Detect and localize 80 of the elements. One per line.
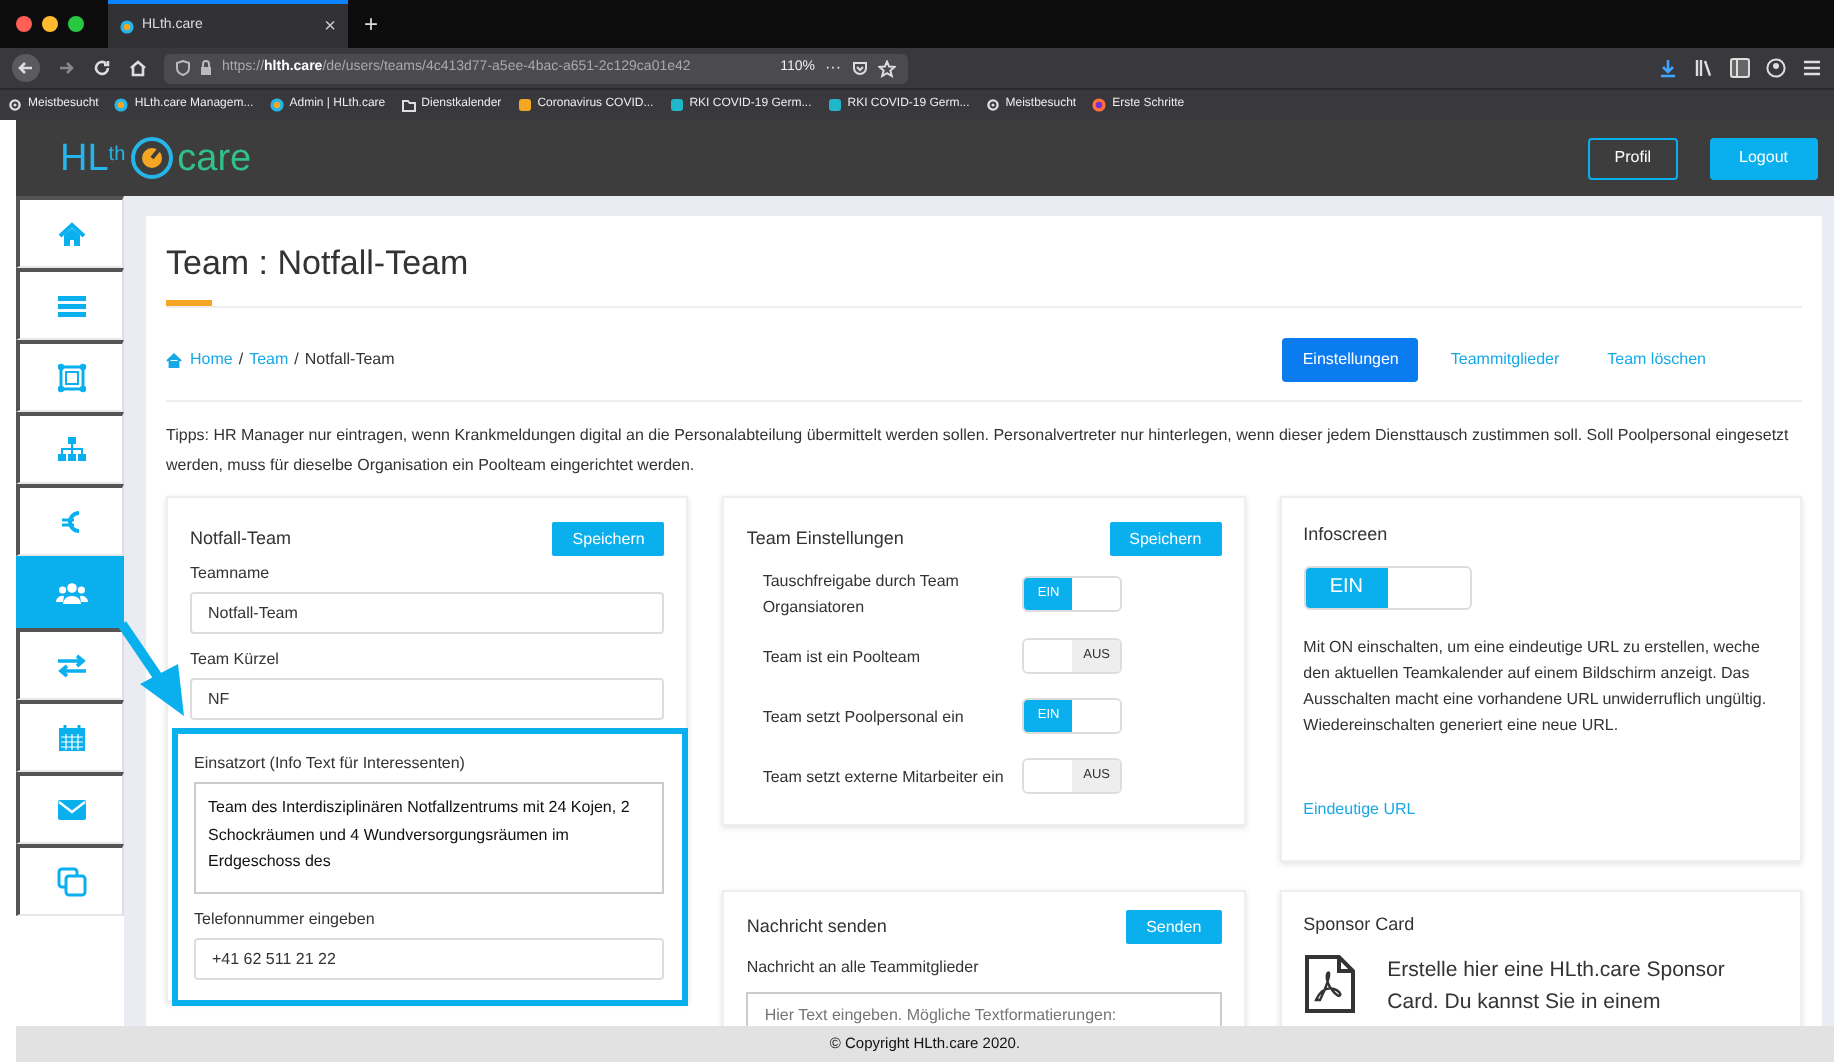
setting-label: Tauschfreigabe durch Team Organsiatoren xyxy=(762,570,961,620)
forward-icon[interactable] xyxy=(56,58,76,78)
input-field[interactable]: +41 62 511 21 22 xyxy=(194,938,665,980)
shield-icon xyxy=(176,60,190,76)
exchange-icon xyxy=(55,649,87,681)
home-icon xyxy=(166,352,182,368)
frame-icon xyxy=(55,361,87,393)
new-tab-button[interactable]: + xyxy=(364,6,379,42)
field-label: Einsatzort (Info Text für Interessenten) xyxy=(194,752,467,776)
bookmark-icon xyxy=(827,98,842,112)
site-icon xyxy=(114,98,129,112)
sidebar-item[interactable] xyxy=(16,196,124,268)
setting-label: Team ist ein Poolteam xyxy=(762,645,923,669)
sidebar-item[interactable] xyxy=(16,340,124,412)
download-icon[interactable] xyxy=(1658,58,1678,78)
card-title: Team Einstellungen xyxy=(746,525,904,552)
logo-text: HL$^{th}$ xyxy=(60,139,126,177)
globe-icon xyxy=(1092,98,1107,112)
breadcrumb-separator: / xyxy=(294,348,299,372)
sponsor-text: Erstelle hier eine HLth.care Sponsor Card. Du kannst Sie in einem xyxy=(1387,955,1727,1017)
text-area[interactable]: Team des Interdisziplinären Notfallzentrums mit 24 Kojen, 2 Schockräumen und 4 Wundversorgungsräumen im Erdgeschoss des xyxy=(194,782,665,894)
account-icon[interactable] xyxy=(1766,58,1786,78)
sitemap-icon xyxy=(55,433,87,465)
sidebar-item[interactable] xyxy=(16,412,124,484)
setting-label: Team setzt Poolpersonal ein xyxy=(762,705,966,729)
library-icon[interactable] xyxy=(1694,58,1714,78)
breadcrumb-separator: / xyxy=(238,348,244,372)
pointer-arrow xyxy=(116,620,188,720)
title-underline xyxy=(166,300,212,306)
gear-icon xyxy=(8,98,22,112)
close-tab-button[interactable]: × xyxy=(324,11,336,41)
home-icon xyxy=(55,217,87,249)
breadcrumb-current: Notfall-Team xyxy=(304,348,395,372)
minimize-icon[interactable] xyxy=(42,16,58,32)
logo-icon xyxy=(129,136,174,180)
lock-icon xyxy=(200,60,212,76)
sidebar-item[interactable] xyxy=(16,772,124,844)
bookmark-icon xyxy=(669,98,684,112)
page-title: Team : Notfall-Team xyxy=(166,242,471,286)
input-field[interactable]: Notfall-Team xyxy=(190,592,665,634)
field-label: Teamname xyxy=(190,562,272,586)
reload-icon[interactable] xyxy=(92,58,112,78)
copy-icon xyxy=(55,865,87,897)
card-title: Notfall-Team xyxy=(190,525,292,552)
card-title: Nachricht senden xyxy=(746,913,887,940)
message-field[interactable]: Hier Text eingeben. Mögliche Textformatierungen: xyxy=(746,992,1222,1026)
pocket-icon[interactable] xyxy=(851,60,867,76)
users-icon xyxy=(55,577,87,609)
star-icon[interactable] xyxy=(877,59,895,77)
sidebar-item[interactable] xyxy=(16,628,124,700)
card-title: Sponsor Card xyxy=(1303,912,1415,938)
logo-text: care xyxy=(177,139,252,177)
gear-icon xyxy=(985,98,1000,112)
folder-icon xyxy=(401,98,416,112)
bookmark-icon xyxy=(517,98,532,112)
site-icon xyxy=(269,98,284,112)
sidebar-item[interactable] xyxy=(16,484,124,556)
page-tab[interactable]: Einstellungen xyxy=(1282,338,1419,382)
field-label: Nachricht an alle Teammitglieder xyxy=(746,956,981,980)
more-actions-button[interactable]: ··· xyxy=(825,56,841,80)
field-label: Team Kürzel xyxy=(190,648,281,672)
close-window-icon[interactable] xyxy=(16,16,32,32)
setting-label: Team setzt externe Mitarbeiter ein xyxy=(762,765,1006,789)
pdf-file-icon xyxy=(1303,953,1356,1013)
input-field[interactable]: NF xyxy=(190,678,665,720)
description-text: Mit ON einschalten, um eine eindeutige URL zu erstellen, weche den aktuellen Teamkalender auf einem Bildschirm anzeigt. Das Ausschalten macht eine vorhandene URL unwiderruflich ungültig. Wiedereinschalten generiert eine neue URL. xyxy=(1303,635,1769,737)
menu-icon[interactable] xyxy=(1802,58,1822,78)
field-label: Telefonnummer eingeben xyxy=(194,908,377,932)
back-icon[interactable] xyxy=(12,54,40,82)
sidebar-item[interactable] xyxy=(16,700,124,772)
card-title: Infoscreen xyxy=(1303,522,1388,548)
maximize-icon[interactable] xyxy=(68,16,84,32)
sidebar-item[interactable] xyxy=(16,268,124,340)
sidebar-item[interactable] xyxy=(16,844,124,916)
tips-text: Tipps: HR Manager nur eintragen, wenn Krankmeldungen digital an die Personalabteilung übermittelt werden sollen. Personalvertreter nur hinterlegen, wenn dieser jedem Diensttausch zustimmen soll. Soll Poolpersonal eingesetzt werden, muss für dieselbe Organisation ein Poolteam eingerichtet werden. xyxy=(166,424,1791,478)
home-icon[interactable] xyxy=(128,58,148,78)
profile-button[interactable]: Profil xyxy=(1588,137,1678,179)
sidebar-icon[interactable] xyxy=(1730,58,1750,78)
site-icon xyxy=(120,19,134,33)
calendar-icon xyxy=(55,721,87,753)
